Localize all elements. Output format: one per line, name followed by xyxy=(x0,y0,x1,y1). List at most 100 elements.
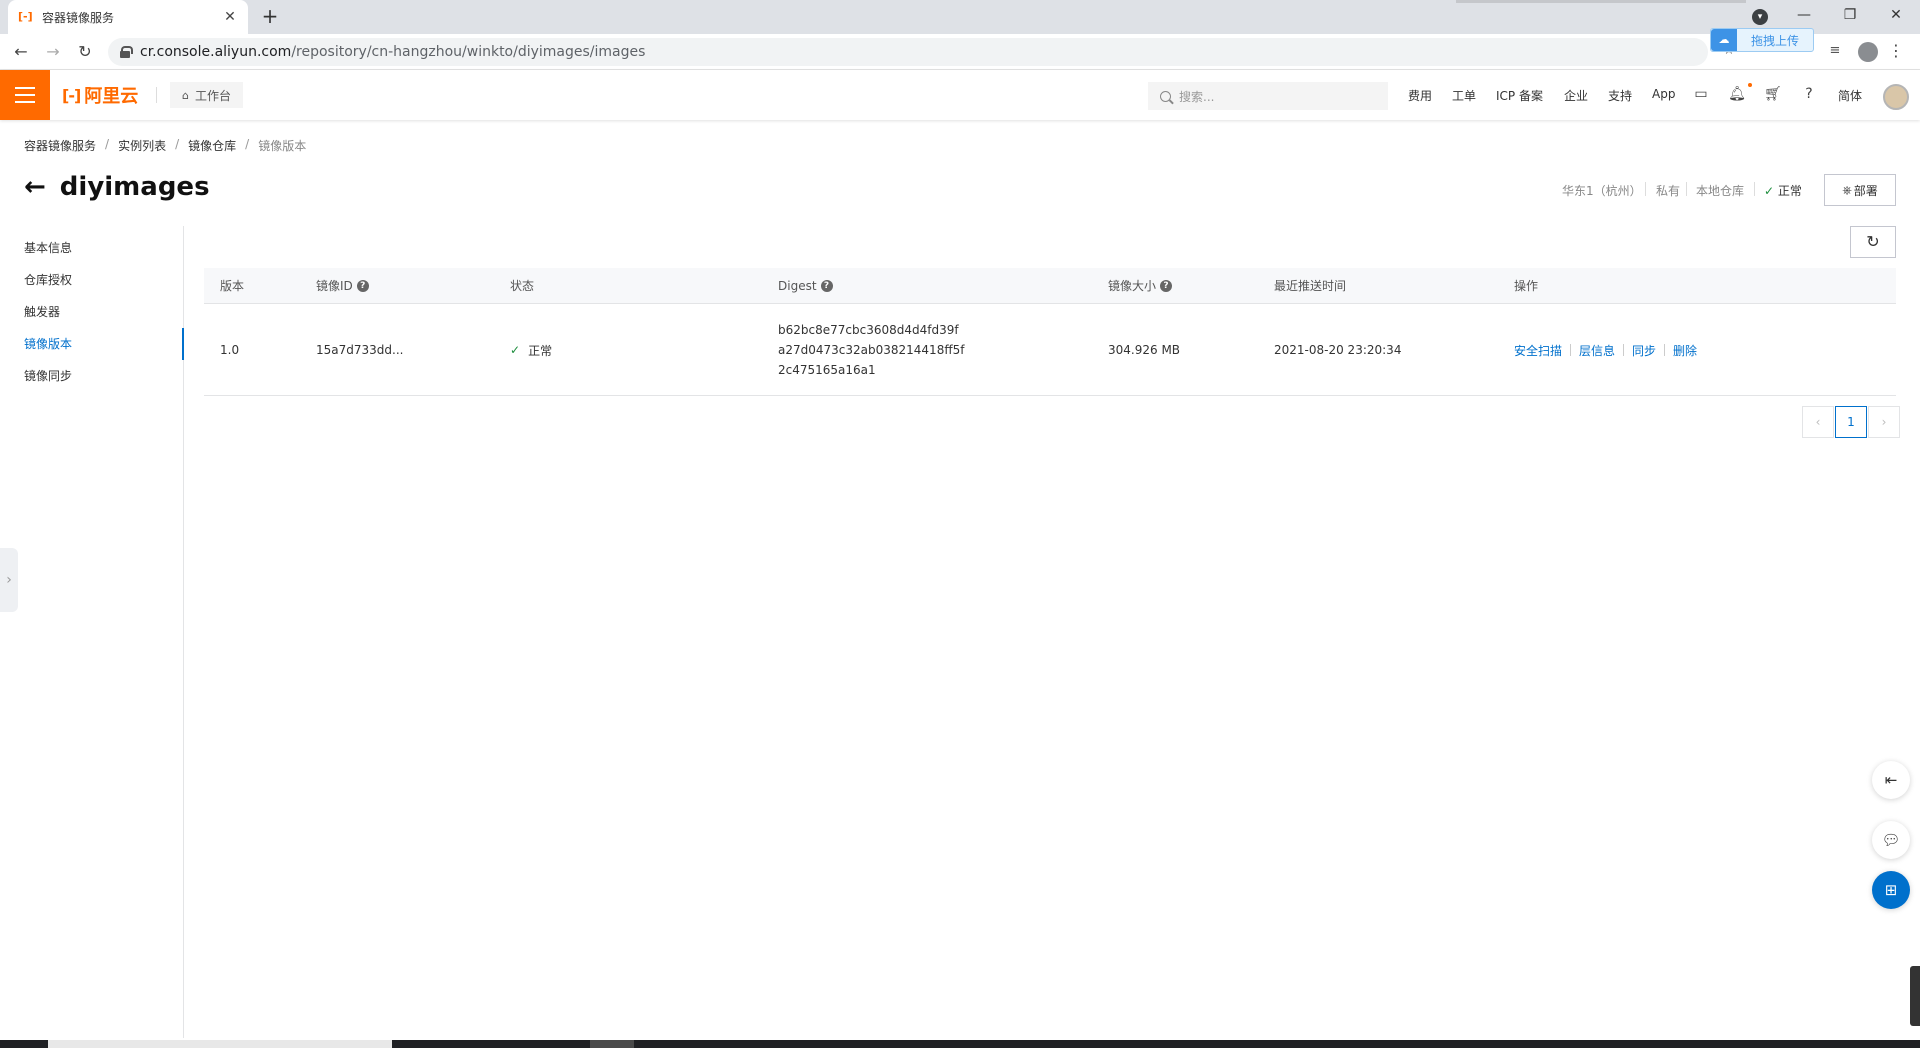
browser-tab-title: 容器镜像服务 xyxy=(42,10,115,25)
help-icon[interactable]: ? xyxy=(1800,85,1818,103)
home-icon: ⌂ xyxy=(182,88,189,102)
breadcrumb-item[interactable]: 实例列表 xyxy=(118,137,166,154)
delete-link[interactable]: 删除 xyxy=(1673,342,1697,359)
divider xyxy=(1645,182,1646,196)
forward-icon[interactable]: → xyxy=(42,41,64,63)
breadcrumb-separator: / xyxy=(245,137,250,151)
nav-support[interactable]: 支持 xyxy=(1608,87,1632,104)
workbench-button[interactable]: ⌂ 工作台 xyxy=(170,82,243,108)
browser-profile-avatar[interactable] xyxy=(1858,42,1878,62)
console-search-input[interactable]: 搜索... xyxy=(1148,82,1388,110)
sync-link[interactable]: 同步 xyxy=(1632,342,1656,359)
prev-page-button[interactable]: ‹ xyxy=(1802,406,1834,438)
lock-icon xyxy=(120,46,133,58)
digest-line: b62bc8e77cbc3608d4d4fd39f xyxy=(778,323,959,337)
cell-status: ✓ 正常 xyxy=(510,304,552,396)
column-header-image-id: 镜像ID? xyxy=(316,268,369,304)
nav-enterprise[interactable]: 企业 xyxy=(1564,87,1588,104)
breadcrumb-item[interactable]: 镜像仓库 xyxy=(188,137,236,154)
bell-icon[interactable]: 🔔︎ xyxy=(1728,85,1746,103)
column-header-operations: 操作 xyxy=(1514,279,1539,293)
cell-image-id: 15a7d733dd... xyxy=(316,343,404,357)
nav-app[interactable]: App xyxy=(1652,87,1675,101)
table-row: 1.0 15a7d733dd... ✓ 正常 b62bc8e77cbc3608d… xyxy=(204,304,1896,396)
digest-line: 2c475165a16a1 xyxy=(778,363,876,377)
notification-dot xyxy=(1748,83,1752,87)
more-menu-icon[interactable]: ⋮ xyxy=(1888,40,1904,62)
repo-type-label: 本地仓库 xyxy=(1696,184,1745,198)
sidenav-item-triggers[interactable]: 触发器 xyxy=(0,296,183,328)
divider xyxy=(1664,344,1666,356)
divider xyxy=(1686,182,1687,196)
back-arrow-icon[interactable]: ← xyxy=(24,172,46,202)
help-icon[interactable]: ? xyxy=(356,280,369,292)
nav-icp[interactable]: ICP 备案 xyxy=(1496,87,1543,104)
feedback-icon[interactable]: ⇤ xyxy=(1872,761,1910,799)
browser-tab[interactable]: [-] 容器镜像服务 ✕ xyxy=(8,0,248,34)
repo-sidenav: 基本信息 仓库授权 触发器 镜像版本 镜像同步 xyxy=(0,226,184,1038)
user-avatar[interactable] xyxy=(1883,84,1909,110)
page-title: diyimages xyxy=(59,172,210,202)
browser-toolbar: ← → ↻ cr.console.aliyun.com /repository/… xyxy=(0,34,1920,70)
pagination: ‹ 1 › xyxy=(1802,406,1900,438)
divider xyxy=(1570,344,1572,356)
taskbar-item[interactable] xyxy=(590,1040,634,1048)
next-page-button[interactable]: › xyxy=(1868,406,1900,438)
cell-digest: b62bc8e77cbc3608d4d4fd39f a27d0473c32ab0… xyxy=(778,304,964,396)
column-header-size: 镜像大小? xyxy=(1108,268,1173,304)
cart-icon[interactable]: 🛒︎ xyxy=(1764,85,1782,103)
console-topbar: [-] 阿里云 ⌂ 工作台 搜索... 费用 工单 ICP 备案 企业 支持 A… xyxy=(0,70,1920,120)
deploy-button[interactable]: ⎈ 部署 xyxy=(1824,174,1896,206)
close-tab-icon[interactable]: ✕ xyxy=(222,9,238,25)
cell-version: 1.0 xyxy=(220,343,240,357)
aliyun-logo[interactable]: [-] 阿里云 xyxy=(62,84,139,108)
column-header-pushed: 最近推送时间 xyxy=(1274,279,1347,293)
sidenav-item-authorization[interactable]: 仓库授权 xyxy=(0,264,183,296)
expand-sidebar-icon[interactable]: › xyxy=(0,548,18,612)
table-header: 版本 镜像ID? 状态 Digest? 镜像大小? 最近推送时间 操作 xyxy=(204,268,1896,304)
close-window-button[interactable]: ✕ xyxy=(1874,4,1918,28)
upload-label: 拖拽上传 xyxy=(1750,33,1799,48)
visibility-label: 私有 xyxy=(1656,184,1681,198)
workbench-label: 工作台 xyxy=(194,88,231,103)
logo-text: 阿里云 xyxy=(84,86,139,107)
taskbar-item[interactable] xyxy=(48,1040,392,1048)
menu-icon[interactable] xyxy=(0,70,50,120)
breadcrumb-item[interactable]: 容器镜像服务 xyxy=(24,137,96,154)
help-icon[interactable]: ? xyxy=(820,280,833,292)
minimize-button[interactable]: — xyxy=(1782,4,1826,28)
address-bar[interactable]: cr.console.aliyun.com /repository/cn-han… xyxy=(108,38,1708,66)
sidenav-item-image-sync[interactable]: 镜像同步 xyxy=(0,360,183,392)
aliyun-favicon-icon: [-] xyxy=(18,10,33,23)
back-icon[interactable]: ← xyxy=(10,41,32,63)
check-icon: ✓ xyxy=(1764,184,1775,198)
reading-list-icon[interactable]: ≡ xyxy=(1826,42,1844,60)
divider xyxy=(156,87,157,103)
page-header: ← diyimages xyxy=(24,172,210,202)
chat-icon[interactable]: 💬︎ xyxy=(1872,821,1910,859)
chevron-down-icon[interactable]: ▾ xyxy=(1752,9,1768,25)
cell-size: 304.926 MB xyxy=(1108,343,1181,357)
help-icon[interactable]: ? xyxy=(1160,280,1173,292)
terminal-icon[interactable]: ▭ xyxy=(1692,85,1710,103)
language-switch[interactable]: 简体 xyxy=(1838,87,1862,104)
security-scan-link[interactable]: 安全扫描 xyxy=(1514,342,1562,359)
new-tab-button[interactable]: + xyxy=(258,5,282,29)
breadcrumb: 容器镜像服务 / 实例列表 / 镜像仓库 / 镜像版本 xyxy=(24,137,306,154)
aliyun-logo-icon: [-] xyxy=(62,85,81,105)
browser-tabstrip: [-] 容器镜像服务 ✕ + ▾ — ❐ ✕ xyxy=(0,0,1920,34)
sidenav-item-basic-info[interactable]: 基本信息 xyxy=(0,232,183,264)
apps-icon[interactable]: ⊞ xyxy=(1872,871,1910,909)
cloud-icon: ☁ xyxy=(1711,29,1737,51)
nav-fees[interactable]: 费用 xyxy=(1408,87,1432,104)
reload-icon[interactable]: ↻ xyxy=(74,41,96,63)
side-panel-handle[interactable] xyxy=(1910,966,1920,1026)
os-taskbar xyxy=(0,1040,1920,1048)
refresh-button[interactable]: ↻ xyxy=(1850,226,1896,258)
sidenav-item-image-versions[interactable]: 镜像版本 xyxy=(0,328,184,360)
layer-info-link[interactable]: 层信息 xyxy=(1579,342,1615,359)
nav-tickets[interactable]: 工单 xyxy=(1452,87,1476,104)
upload-extension-button[interactable]: ☁ 拖拽上传 xyxy=(1710,28,1814,52)
page-number[interactable]: 1 xyxy=(1835,406,1867,438)
restore-button[interactable]: ❐ xyxy=(1828,4,1872,28)
